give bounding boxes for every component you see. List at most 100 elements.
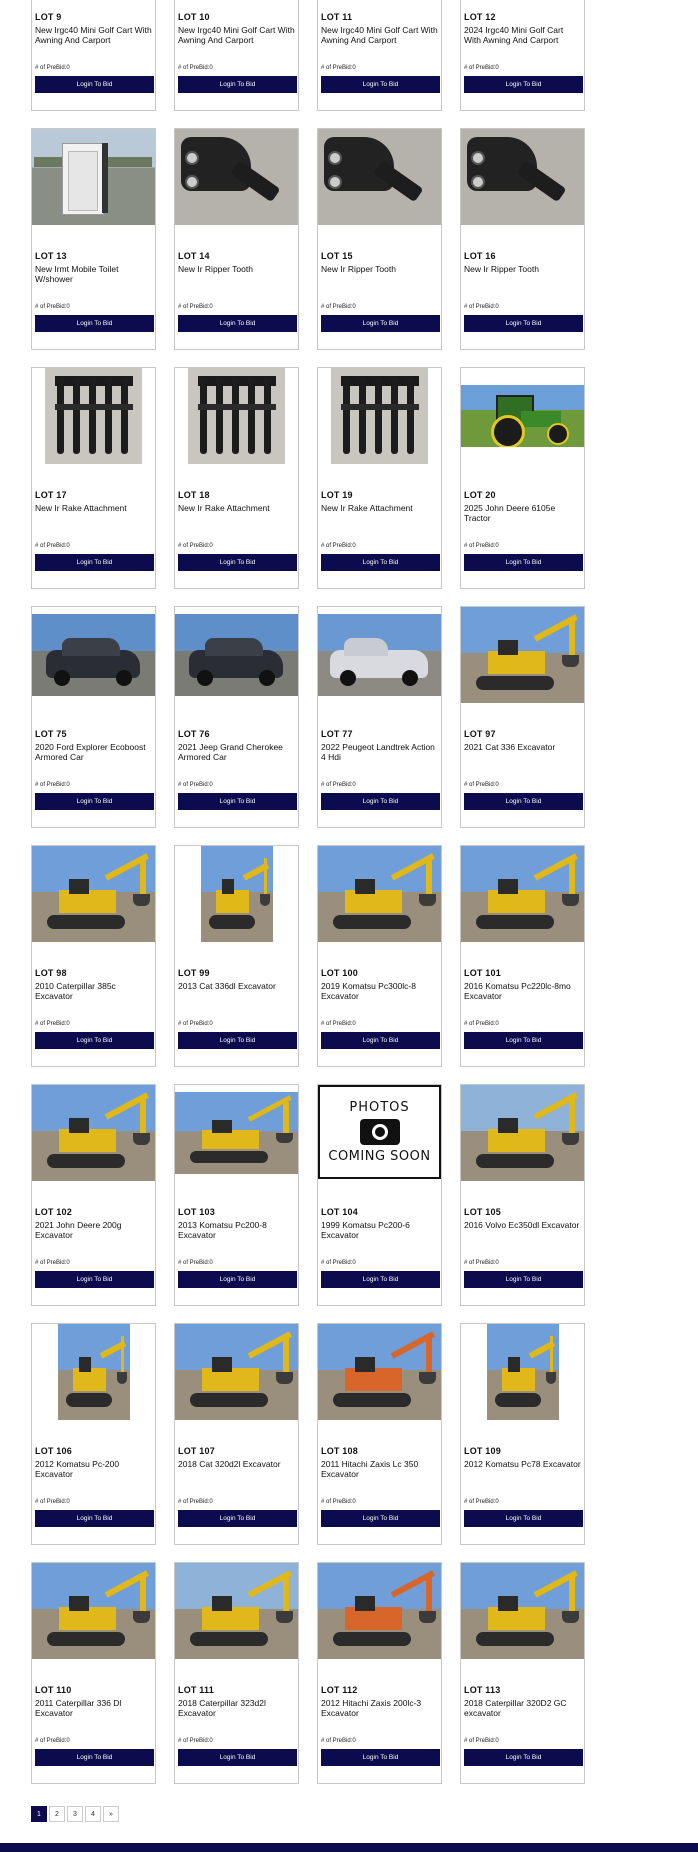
lot-image[interactable] xyxy=(318,129,441,225)
lot-title[interactable]: 2022 Peugeot Landtrek Action 4 Hdi xyxy=(321,742,439,762)
login-to-bid-button[interactable]: Login To Bid xyxy=(464,1749,583,1766)
lot-image[interactable] xyxy=(461,1085,584,1181)
login-to-bid-button[interactable]: Login To Bid xyxy=(35,554,154,571)
lot-image[interactable] xyxy=(32,1563,155,1659)
login-to-bid-button[interactable]: Login To Bid xyxy=(35,1271,154,1288)
lot-image[interactable] xyxy=(318,607,441,703)
lot-title[interactable]: 2012 Komatsu Pc-200 Excavator xyxy=(35,1459,153,1479)
lot-image[interactable] xyxy=(175,1324,298,1420)
login-to-bid-button[interactable]: Login To Bid xyxy=(464,1271,583,1288)
lot-title[interactable]: 2025 John Deere 6105e Tractor xyxy=(464,503,582,523)
login-to-bid-button[interactable]: Login To Bid xyxy=(35,1032,154,1049)
lot-image[interactable] xyxy=(175,1085,298,1181)
lot-image[interactable] xyxy=(175,129,298,225)
login-to-bid-button[interactable]: Login To Bid xyxy=(35,793,154,810)
lot-image[interactable] xyxy=(318,846,441,942)
lot-title[interactable]: 2016 Volvo Ec350dl Excavator xyxy=(464,1220,582,1231)
lot-title[interactable]: 2012 Komatsu Pc78 Excavator xyxy=(464,1459,582,1470)
lot-title[interactable]: 2013 Komatsu Pc200-8 Excavator xyxy=(178,1220,296,1240)
lot-image[interactable] xyxy=(461,368,584,464)
lot-title[interactable]: 2019 Komatsu Pc300lc-8 Excavator xyxy=(321,981,439,1001)
login-to-bid-button[interactable]: Login To Bid xyxy=(35,1510,154,1527)
lot-title[interactable]: 2020 Ford Explorer Ecoboost Armored Car xyxy=(35,742,153,762)
lot-title[interactable]: New Irgc40 Mini Golf Cart With Awning An… xyxy=(321,25,439,45)
lot-image[interactable]: PHOTOS COMING SOON xyxy=(318,1085,441,1181)
login-to-bid-button[interactable]: Login To Bid xyxy=(178,76,297,93)
lot-title[interactable]: New Irmt Mobile Toilet W/shower xyxy=(35,264,153,284)
lot-card: LOT 18 New Ir Rake Attachment # of PreBi… xyxy=(174,367,299,589)
login-to-bid-button[interactable]: Login To Bid xyxy=(321,793,440,810)
lot-title[interactable]: New Ir Rake Attachment xyxy=(178,503,296,514)
lot-title[interactable]: New Ir Ripper Tooth xyxy=(321,264,439,275)
login-to-bid-button[interactable]: Login To Bid xyxy=(321,1510,440,1527)
lot-image[interactable] xyxy=(461,129,584,225)
prebid-count: # of PreBid:0 xyxy=(321,1499,356,1505)
lot-title[interactable]: 2012 Hitachi Zaxis 200lc-3 Excavator xyxy=(321,1698,439,1718)
lot-title[interactable]: 2010 Caterpillar 385c Excavator xyxy=(35,981,153,1001)
lot-image[interactable] xyxy=(461,607,584,703)
lot-title[interactable]: 2011 Hitachi Zaxis Lc 350 Excavator xyxy=(321,1459,439,1479)
login-to-bid-button[interactable]: Login To Bid xyxy=(178,1271,297,1288)
login-to-bid-button[interactable]: Login To Bid xyxy=(178,554,297,571)
page-button-1[interactable]: 1 xyxy=(31,1806,47,1822)
login-to-bid-button[interactable]: Login To Bid xyxy=(321,554,440,571)
lot-image[interactable] xyxy=(32,368,155,464)
lot-image[interactable] xyxy=(32,846,155,942)
login-to-bid-button[interactable]: Login To Bid xyxy=(464,315,583,332)
lot-image[interactable] xyxy=(318,1563,441,1659)
page-button-3[interactable]: 3 xyxy=(67,1806,83,1822)
lot-image[interactable] xyxy=(175,1563,298,1659)
login-to-bid-button[interactable]: Login To Bid xyxy=(178,1749,297,1766)
lot-title[interactable]: New Ir Rake Attachment xyxy=(321,503,439,514)
lot-image[interactable] xyxy=(318,1324,441,1420)
login-to-bid-button[interactable]: Login To Bid xyxy=(35,315,154,332)
lot-image[interactable] xyxy=(318,368,441,464)
lot-image[interactable] xyxy=(175,846,298,942)
login-to-bid-button[interactable]: Login To Bid xyxy=(178,1032,297,1049)
lot-title[interactable]: New Ir Rake Attachment xyxy=(35,503,153,514)
login-to-bid-button[interactable]: Login To Bid xyxy=(321,1749,440,1766)
lot-title[interactable]: 2016 Komatsu Pc220lc-8mo Excavator xyxy=(464,981,582,1001)
login-to-bid-button[interactable]: Login To Bid xyxy=(464,1510,583,1527)
login-to-bid-button[interactable]: Login To Bid xyxy=(321,315,440,332)
lot-image[interactable] xyxy=(461,1324,584,1420)
next-page-button[interactable]: » xyxy=(103,1806,119,1822)
lot-number: LOT 109 xyxy=(464,1446,501,1456)
page-button-2[interactable]: 2 xyxy=(49,1806,65,1822)
lot-title[interactable]: New Ir Ripper Tooth xyxy=(178,264,296,275)
lot-image[interactable] xyxy=(175,368,298,464)
lot-title[interactable]: New Irgc40 Mini Golf Cart With Awning An… xyxy=(35,25,153,45)
lot-title[interactable]: 2011 Caterpillar 336 Dl Excavator xyxy=(35,1698,153,1718)
lot-image[interactable] xyxy=(461,1563,584,1659)
login-to-bid-button[interactable]: Login To Bid xyxy=(321,76,440,93)
lot-image[interactable] xyxy=(32,1085,155,1181)
lot-image[interactable] xyxy=(32,1324,155,1420)
lot-title[interactable]: New Ir Ripper Tooth xyxy=(464,264,582,275)
login-to-bid-button[interactable]: Login To Bid xyxy=(35,1749,154,1766)
login-to-bid-button[interactable]: Login To Bid xyxy=(178,1510,297,1527)
lot-title[interactable]: 2021 John Deere 200g Excavator xyxy=(35,1220,153,1240)
lot-image[interactable] xyxy=(461,846,584,942)
lot-image[interactable] xyxy=(175,607,298,703)
login-to-bid-button[interactable]: Login To Bid xyxy=(464,1032,583,1049)
lot-title[interactable]: 2018 Caterpillar 323d2l Excavator xyxy=(178,1698,296,1718)
login-to-bid-button[interactable]: Login To Bid xyxy=(178,315,297,332)
lot-title[interactable]: 2021 Cat 336 Excavator xyxy=(464,742,582,753)
lot-title[interactable]: 2024 Irgc40 Mini Golf Cart With Awning A… xyxy=(464,25,582,45)
login-to-bid-button[interactable]: Login To Bid xyxy=(464,793,583,810)
lot-title[interactable]: 2018 Cat 320d2l Excavator xyxy=(178,1459,296,1470)
lot-title[interactable]: 2021 Jeep Grand Cherokee Armored Car xyxy=(178,742,296,762)
lot-title[interactable]: 2018 Caterpillar 320D2 GC excavator xyxy=(464,1698,582,1718)
lot-image[interactable] xyxy=(32,607,155,703)
lot-title[interactable]: New Irgc40 Mini Golf Cart With Awning An… xyxy=(178,25,296,45)
lot-title[interactable]: 1999 Komatsu Pc200-6 Excavator xyxy=(321,1220,439,1240)
login-to-bid-button[interactable]: Login To Bid xyxy=(178,793,297,810)
login-to-bid-button[interactable]: Login To Bid xyxy=(35,76,154,93)
login-to-bid-button[interactable]: Login To Bid xyxy=(464,76,583,93)
login-to-bid-button[interactable]: Login To Bid xyxy=(321,1032,440,1049)
lot-title[interactable]: 2013 Cat 336dl Excavator xyxy=(178,981,296,992)
lot-image[interactable] xyxy=(32,129,155,225)
login-to-bid-button[interactable]: Login To Bid xyxy=(464,554,583,571)
login-to-bid-button[interactable]: Login To Bid xyxy=(321,1271,440,1288)
page-button-4[interactable]: 4 xyxy=(85,1806,101,1822)
